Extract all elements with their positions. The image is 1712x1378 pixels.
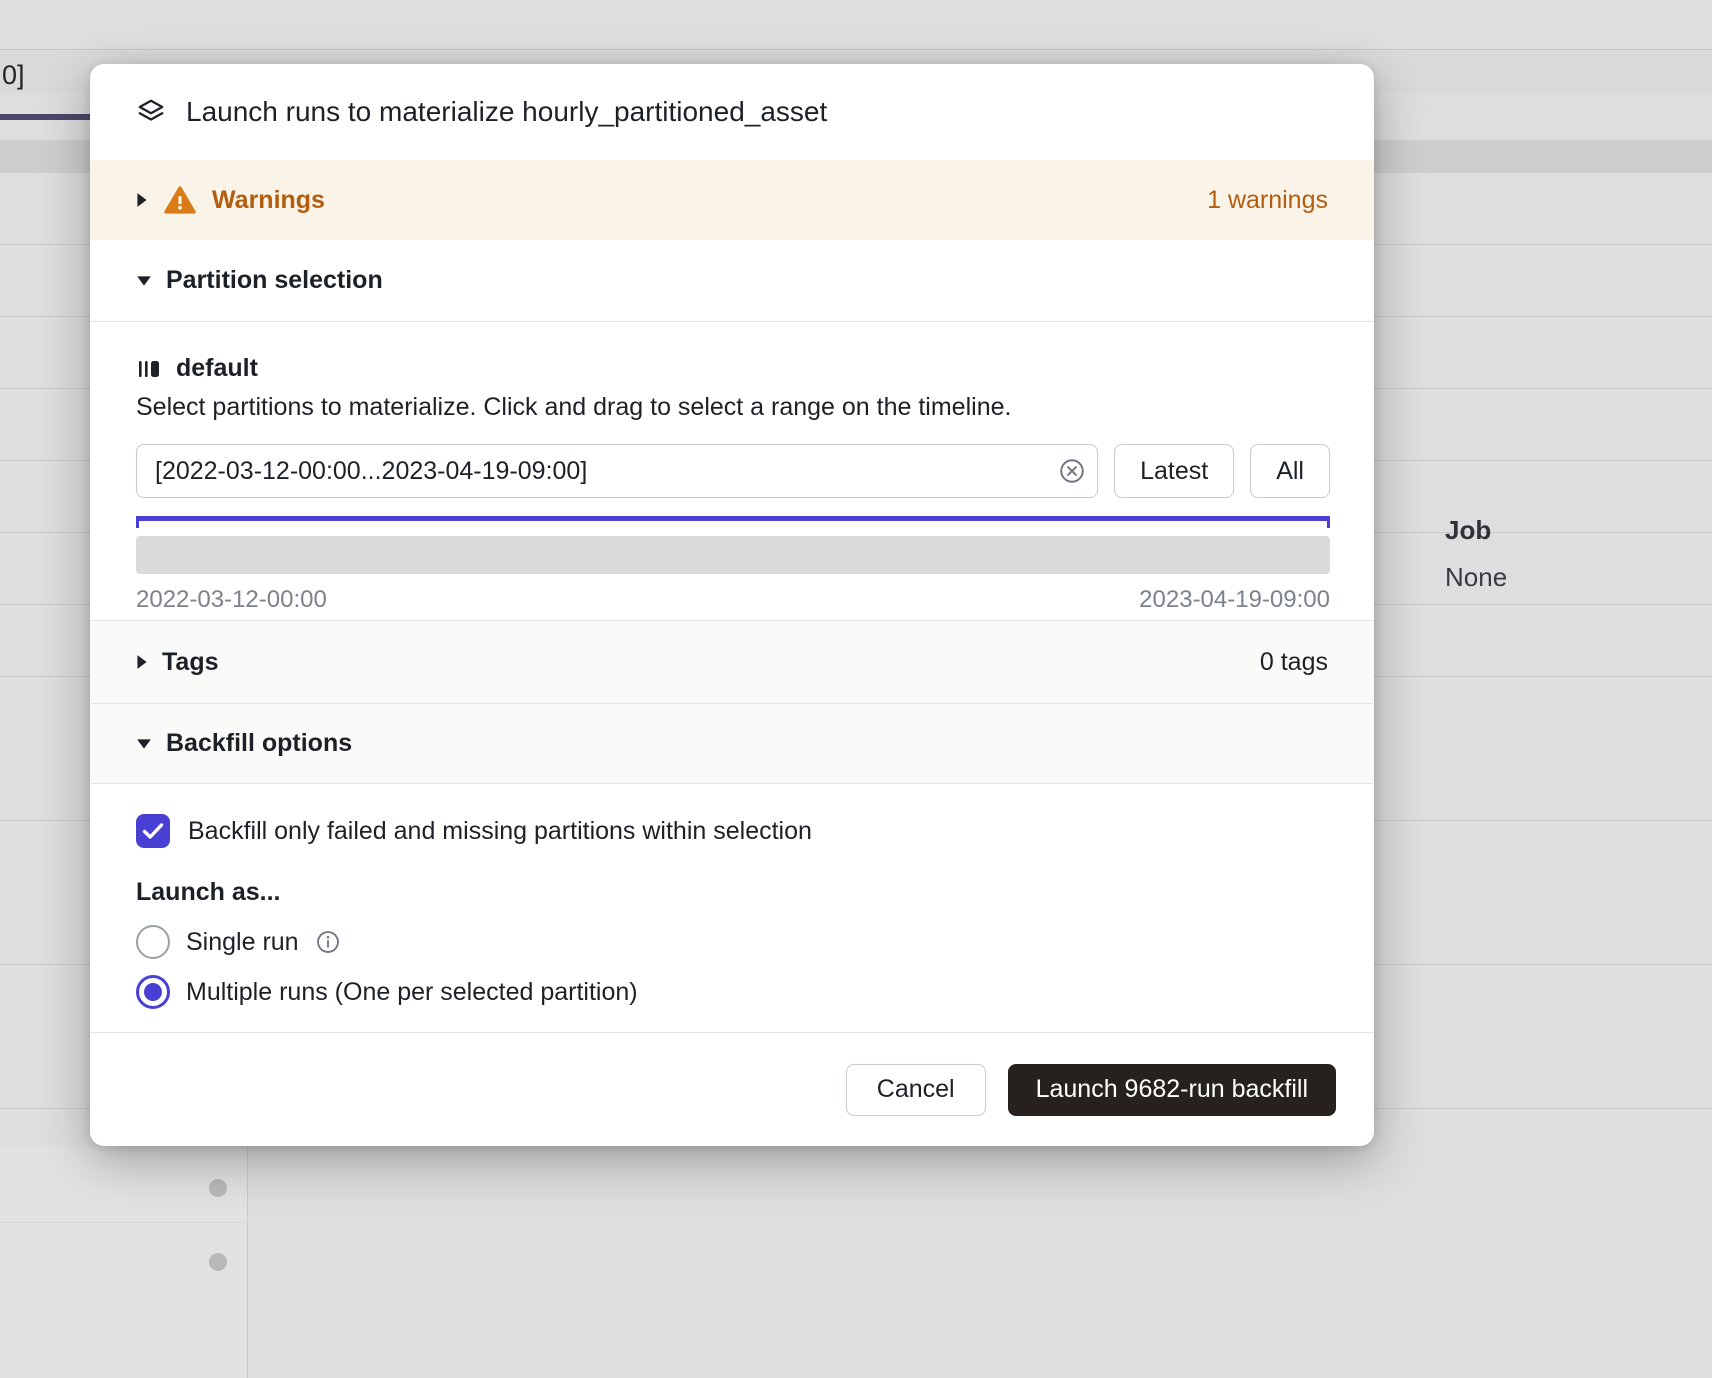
timeline-selection-highlight [136,516,1330,528]
caret-right-icon [136,192,148,208]
dialog-footer: Cancel Launch 9682-run backfill [90,1032,1374,1146]
timeline-labels: 2022-03-12-00:00 2023-04-19-09:00 [136,586,1330,614]
backfill-options-label: Backfill options [166,729,352,758]
tags-section-toggle[interactable]: Tags 0 tags [90,620,1374,704]
caret-down-icon [136,738,152,750]
partition-timeline: 2022-03-12-00:00 2023-04-19-09:00 [136,516,1330,614]
warnings-label: Warnings [212,186,325,215]
backfill-failed-missing-label: Backfill only failed and missing partiti… [188,817,812,846]
layers-icon [136,97,166,127]
checkbox-checked-icon[interactable] [136,814,170,848]
partition-help-text: Select partitions to materialize. Click … [136,393,1330,422]
partition-bars-icon [136,356,162,382]
launch-backfill-dialog: Launch runs to materialize hourly_partit… [90,64,1374,1146]
dialog-header: Launch runs to materialize hourly_partit… [90,64,1374,160]
dialog-title: Launch runs to materialize hourly_partit… [186,96,827,128]
launch-backfill-button[interactable]: Launch 9682-run backfill [1008,1064,1336,1116]
multiple-runs-option[interactable]: Multiple runs (One per selected partitio… [136,975,1328,1009]
clear-selection-icon[interactable] [1058,457,1086,485]
partition-selection-toggle[interactable]: Partition selection [90,240,1374,322]
timeline-track[interactable] [136,536,1330,574]
warning-triangle-icon [164,185,196,215]
tags-label: Tags [162,648,219,677]
partition-range-field [136,444,1098,498]
partition-range-input[interactable] [136,444,1098,498]
backfill-options-body: Backfill only failed and missing partiti… [90,784,1374,1032]
all-button[interactable]: All [1250,444,1330,498]
partition-selection-body: default Select partitions to materialize… [90,322,1374,620]
latest-button[interactable]: Latest [1114,444,1234,498]
backfill-options-toggle[interactable]: Backfill options [90,704,1374,784]
cancel-button[interactable]: Cancel [846,1064,986,1116]
timeline-start-label: 2022-03-12-00:00 [136,586,327,614]
caret-down-icon [136,275,152,287]
partition-dimension: default [136,354,1330,383]
backfill-failed-missing-option[interactable]: Backfill only failed and missing partiti… [136,814,1328,848]
tags-count-badge: 0 tags [1260,648,1328,677]
partition-selection-label: Partition selection [166,266,383,295]
single-run-label: Single run [186,928,299,957]
warnings-count-badge: 1 warnings [1207,186,1328,215]
radio-unselected-icon[interactable] [136,925,170,959]
multiple-runs-label: Multiple runs (One per selected partitio… [186,978,638,1007]
launch-as-label: Launch as... [136,878,1328,907]
caret-right-icon [136,654,148,670]
warnings-section-toggle[interactable]: Warnings 1 warnings [90,160,1374,240]
timeline-end-label: 2023-04-19-09:00 [1139,586,1330,614]
partition-dimension-name: default [176,354,258,383]
single-run-option[interactable]: Single run [136,925,1328,959]
partition-input-row: Latest All [136,444,1330,498]
radio-selected-icon[interactable] [136,975,170,1009]
info-icon[interactable] [315,929,341,955]
